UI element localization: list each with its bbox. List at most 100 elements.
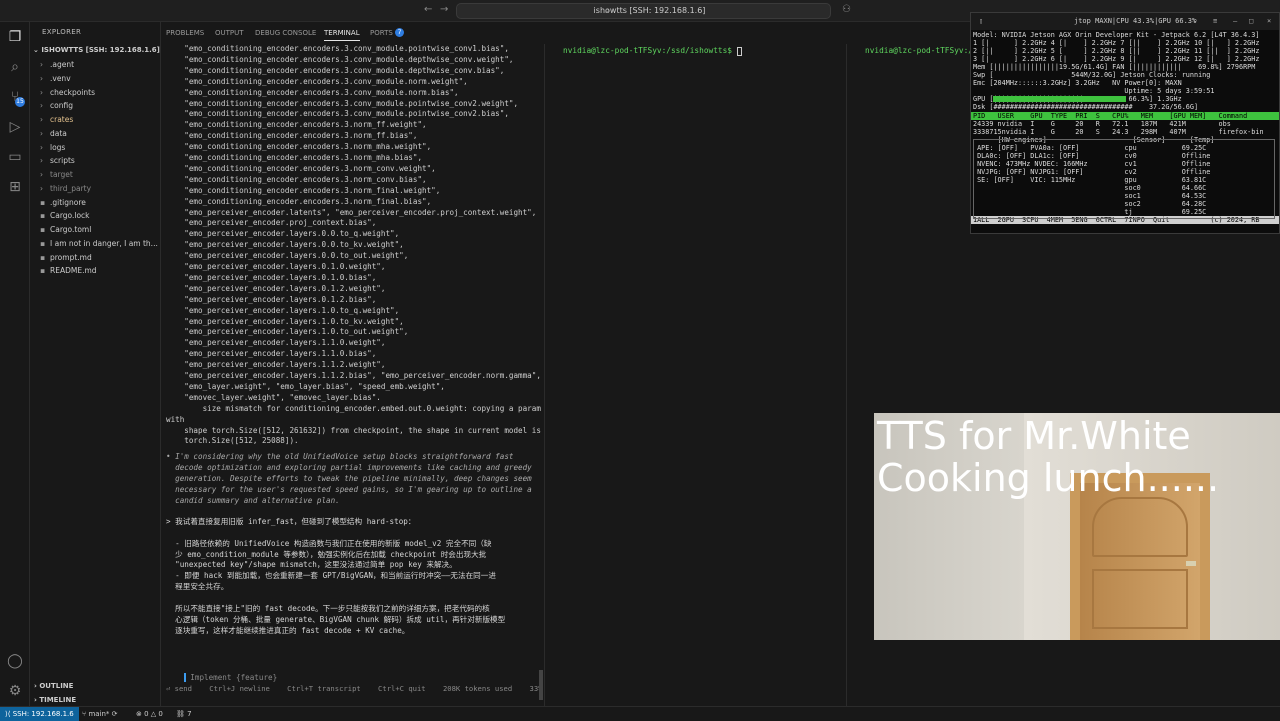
folder-item[interactable]: › config [30, 99, 161, 113]
forward-arrow-icon[interactable]: → [440, 4, 448, 15]
folder-item[interactable]: › checkpoints [30, 86, 161, 100]
workspace-root[interactable]: ⌄ ISHOWTTS [SSH: 192.168.1.6] [30, 44, 161, 58]
jtop-maximize-icon[interactable]: □ [1249, 13, 1253, 30]
command-center[interactable]: ⌕ ishowtts [SSH: 192.168.1.6] [456, 3, 831, 19]
reasoning-line: decode optimization and exploring partia… [166, 463, 532, 473]
door-handle [1186, 561, 1196, 566]
jtop-menu-icon[interactable]: ≡ [1213, 13, 1217, 30]
back-arrow-icon[interactable]: ← [424, 4, 432, 15]
assistant-reply-line: 程里安全共存。 [166, 582, 229, 592]
assistant-reply-line: - 即便 hack 到能加载，也会重新建一套 GPT/BigVGAN，和当前运行… [166, 571, 496, 581]
tree-item-label: .agent [50, 60, 75, 69]
terminal-line: "emo_perceiver_encoder.layers.1.0.to_kv.… [166, 316, 404, 326]
file-item[interactable]: ▪ Cargo.toml [30, 223, 161, 237]
file-icon: ▪ [40, 266, 46, 276]
assistant-reply-line: "unexpected key"/shape mismatch，这里没法通过简单… [166, 560, 457, 570]
file-icon: ▪ [40, 225, 46, 234]
tab-terminal[interactable]: TERMINAL [324, 29, 360, 41]
reasoning-line: candid summary and alternative plan. [166, 495, 340, 505]
folder-item[interactable]: › .venv [30, 72, 161, 86]
file-item[interactable]: ▪ README.md [30, 264, 161, 278]
folder-item[interactable]: › scripts [30, 154, 161, 168]
terminal-line: "emo_conditioning_encoder.encoders.3.nor… [166, 196, 432, 206]
jtop-title: jtop MAXN|CPU 43.3%|GPU 66.3% [1074, 17, 1197, 25]
terminal-line: "emo_layer.weight", "emo_layer.bias", "s… [166, 381, 445, 391]
jtop-window[interactable]: ▯ jtop MAXN|CPU 43.3%|GPU 66.3% ⌕ ≡ – □ … [970, 12, 1280, 234]
terminal-line: "emo_perceiver_encoder.latents", "emo_pe… [166, 207, 537, 217]
file-icon: ▪ [40, 197, 46, 207]
terminal-line: "emo_perceiver_encoder.layers.1.1.0.weig… [166, 338, 386, 348]
folder-item[interactable]: › crates [30, 113, 161, 127]
jtop-line: PID USER GPU TYPE PRI S CPU% MEM [GPU ME… [971, 111, 1279, 120]
terminal-line: "emo_conditioning_encoder.encoders.3.nor… [166, 142, 432, 152]
extensions-icon[interactable]: ⊞ [6, 178, 24, 196]
chevron-right-icon: › [40, 183, 43, 193]
folder-item[interactable]: › logs [30, 141, 161, 155]
chevron-right-icon: › [40, 115, 43, 124]
terminal-line: with [166, 414, 185, 424]
remote-explorer-icon[interactable]: ▭ [6, 148, 24, 166]
activity-bar: ❐ ⌕ ⑂ 15 ▷ ▭ ⊞ ◯ ⚙ [0, 22, 30, 706]
terminal-line: "emo_conditioning_encoder.encoders.3.nor… [166, 120, 427, 130]
jtop-minimize-icon[interactable]: – [1233, 13, 1237, 30]
folder-item[interactable]: › .agent [30, 58, 161, 72]
folder-item[interactable]: › target [30, 168, 161, 182]
assistant-reply-line: > 我试着直接复用旧版 infer_fast，但碰到了模型结构 hard-sto… [166, 516, 416, 526]
tree-item-label: checkpoints [50, 87, 95, 97]
terminal-line: "emo_perceiver_encoder.layers.1.0.to_out… [166, 327, 409, 337]
tab-problems[interactable]: PROBLEMS [166, 29, 204, 37]
outline-section[interactable]: › OUTLINE [30, 680, 161, 694]
folder-item[interactable]: › data [30, 127, 161, 141]
run-debug-icon[interactable]: ▷ [6, 118, 24, 136]
terminal-line: "emo_conditioning_encoder.encoders.3.con… [166, 44, 509, 53]
branch-indicator[interactable]: ⑂ main* ⟳ [82, 707, 118, 721]
jtop-search-icon[interactable]: ⌕ [1193, 13, 1197, 30]
source-control-icon[interactable]: ⑂ 15 [6, 88, 25, 107]
tab-debug-console[interactable]: DEBUG CONSOLE [255, 29, 316, 37]
chevron-right-icon: › [40, 142, 43, 152]
jtop-close-icon[interactable]: × [1267, 13, 1271, 30]
tree-item-label: crates [50, 115, 74, 124]
tree-item-label: logs [50, 142, 66, 152]
tree-item-label: .venv [50, 73, 71, 83]
terminal-line: "emo_perceiver_encoder.layers.1.1.0.bias… [166, 349, 377, 359]
ports-indicator[interactable]: ⛓ 7 [176, 707, 192, 721]
chevron-right-icon: › [40, 60, 43, 69]
tree-item-label: config [50, 101, 73, 111]
terminal-scrollbar[interactable] [539, 670, 543, 700]
file-item[interactable]: ▪ Cargo.lock [30, 209, 161, 223]
jtop-line: Mem [||||||||||||||||19.5G/61.4G] FAN [|… [973, 63, 1256, 72]
status-bar: ⟩⟨ SSH: 192.168.1.6 ⑂ main* ⟳ ⊗ 0 △ 0 ⛓ … [0, 706, 1280, 721]
ports-badge: 7 [395, 28, 404, 37]
account-icon[interactable]: ◯ [6, 652, 24, 670]
jtop-line: 2 [|| ] 2.2GHz 5 [ ] 2.2GHz 8 [|| ] 2.2G… [973, 47, 1260, 56]
file-item[interactable]: ▪ prompt.md [30, 251, 161, 265]
jtop-line: Swp [ 544M/32.0G] Jetson Clocks: running [973, 71, 1211, 80]
tab-output[interactable]: OUTPUT [215, 29, 244, 37]
jtop-titlebar: ▯ jtop MAXN|CPU 43.3%|GPU 66.3% ⌕ ≡ – □ … [971, 13, 1279, 30]
problems-indicator[interactable]: ⊗ 0 △ 0 [136, 707, 163, 721]
chevron-right-icon: › [40, 87, 43, 97]
webcam-overlay: TTS for Mr.White Cooking lunch...... [874, 413, 1280, 640]
remote-indicator[interactable]: ⟩⟨ SSH: 192.168.1.6 [0, 707, 79, 721]
folder-item[interactable]: › third_party [30, 182, 161, 196]
tab-ports[interactable]: PORTS [370, 29, 393, 37]
terminal-line: "emo_perceiver_encoder.layers.1.0.to_q.w… [166, 305, 400, 315]
file-item[interactable]: ▪ .gitignore [30, 196, 161, 210]
tree-item-label: scripts [50, 156, 75, 166]
jtop-line: 3338715nvidia I G 20 S 24.3 298M 407M fi… [973, 127, 1264, 136]
terminal-line: "emo_perceiver_encoder.layers.1.1.2.bias… [166, 371, 541, 380]
terminal-codex[interactable]: "emo_conditioning_encoder.encoders.3.con… [161, 44, 544, 706]
input-cursor [184, 673, 187, 683]
chevron-right-icon: › [40, 156, 43, 166]
search-icon[interactable]: ⌕ [6, 58, 24, 76]
explorer-icon[interactable]: ❐ [6, 28, 24, 46]
settings-gear-icon[interactable]: ⚙ [6, 682, 24, 700]
file-icon: ▪ [40, 238, 46, 248]
copilot-icon[interactable]: ⚇ [842, 4, 851, 15]
terminal-split-2[interactable]: nvidia@lzc-pod-tTFSyv:/ssd/ishowtts$ [544, 44, 846, 706]
command-center-label: ishowtts [SSH: 192.168.1.6] [593, 6, 706, 15]
terminal-line: shape torch.Size([512, 261632]) from che… [166, 425, 541, 435]
file-item[interactable]: ▪ I am not in danger, I am th... [30, 237, 161, 251]
terminal-line: "emo_perceiver_encoder.layers.0.0.to_kv.… [166, 240, 404, 250]
